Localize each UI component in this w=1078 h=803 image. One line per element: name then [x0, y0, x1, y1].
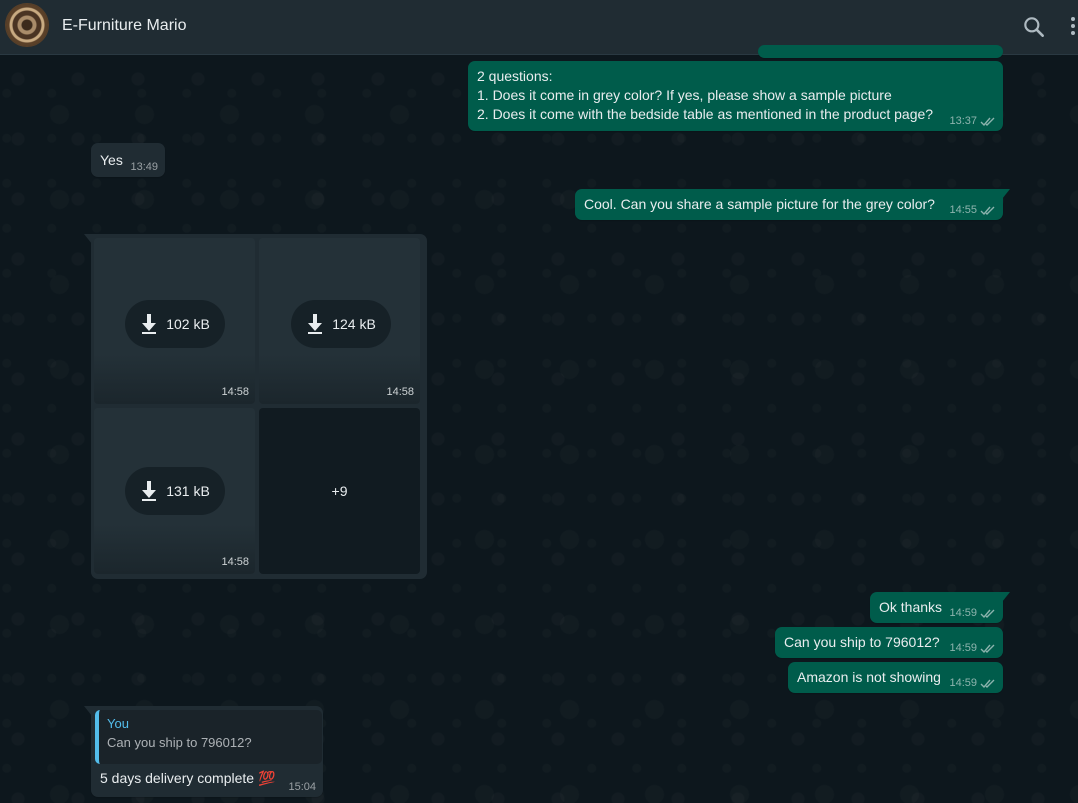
file-size: 131 kB	[166, 483, 210, 499]
message-text: Can you ship to 796012?	[784, 634, 940, 650]
message-time: 14:59	[949, 642, 977, 654]
file-size: 124 kB	[332, 316, 376, 332]
download-icon	[308, 314, 323, 334]
message-meta: 14:59	[949, 677, 996, 689]
message-text: Amazon is not showing	[797, 669, 941, 685]
double-check-icon	[980, 609, 995, 618]
message-time: 14:55	[949, 204, 977, 216]
message-bubble-partial	[758, 45, 1003, 58]
media-time: 14:58	[221, 386, 249, 398]
message-bubble-outgoing[interactable]: 2 questions: 1. Does it come in grey col…	[468, 61, 1003, 131]
message-text: Ok thanks	[879, 599, 943, 615]
double-check-icon	[980, 679, 995, 688]
message-bubble-outgoing[interactable]: Ok thanks 14:59	[870, 592, 1010, 623]
bubble-tail	[84, 706, 92, 716]
message-time: 13:49	[130, 161, 158, 173]
message-time: 15:04	[288, 781, 316, 793]
message-bubble-outgoing[interactable]: Amazon is not showing 14:59	[788, 662, 1003, 693]
message-meta: 15:04	[288, 781, 316, 793]
bubble-tail	[84, 234, 92, 244]
more-media-button[interactable]: +9	[259, 408, 420, 574]
double-check-icon	[980, 117, 995, 126]
quoted-text: Can you ship to 796012?	[107, 735, 252, 750]
double-check-icon	[980, 206, 995, 215]
avatar[interactable]	[6, 4, 48, 46]
message-meta: 13:37	[949, 115, 996, 127]
media-tile[interactable]: 102 kB 14:58	[94, 238, 255, 404]
message-text-line: 2. Does it come with the bedside table a…	[477, 106, 934, 122]
contact-name[interactable]: E-Furniture Mario	[62, 17, 186, 35]
message-time: 14:59	[949, 677, 977, 689]
message-text-line: 2 questions:	[477, 68, 553, 84]
message-time: 13:37	[949, 115, 977, 127]
menu-icon[interactable]	[1064, 14, 1078, 40]
media-tile[interactable]: 124 kB 14:58	[259, 238, 420, 404]
download-icon	[142, 481, 157, 501]
download-button[interactable]: 102 kB	[125, 300, 225, 348]
message-time: 14:59	[949, 607, 977, 619]
media-time: 14:58	[386, 386, 414, 398]
search-icon[interactable]	[1021, 14, 1047, 40]
message-text: 5 days delivery complete 💯	[100, 770, 276, 786]
file-size: 102 kB	[166, 316, 210, 332]
bubble-tail	[1002, 189, 1010, 199]
quoted-message[interactable]: You Can you ship to 796012?	[95, 710, 322, 764]
double-check-icon	[980, 644, 995, 653]
message-text: Yes	[100, 152, 123, 168]
media-album: 102 kB 14:58 124 kB 14:58 131 kB 14:58 +…	[84, 234, 427, 579]
message-meta: 14:55	[949, 204, 996, 216]
bubble-tail	[1002, 592, 1010, 602]
message-meta: 14:59	[949, 607, 996, 619]
message-bubble-outgoing[interactable]: Cool. Can you share a sample picture for…	[575, 189, 1010, 220]
message-bubble-incoming[interactable]: You Can you ship to 796012? 5 days deliv…	[84, 706, 323, 797]
download-icon	[142, 314, 157, 334]
message-bubble-incoming[interactable]: Yes 13:49	[91, 143, 165, 177]
message-bubble-outgoing[interactable]: Can you ship to 796012? 14:59	[775, 627, 1003, 658]
quoted-author: You	[107, 716, 129, 731]
message-text: Cool. Can you share a sample picture for…	[584, 196, 935, 212]
message-text-line: 1. Does it come in grey color? If yes, p…	[477, 87, 892, 103]
download-button[interactable]: 131 kB	[125, 467, 225, 515]
message-meta: 13:49	[130, 161, 158, 173]
download-button[interactable]: 124 kB	[291, 300, 391, 348]
media-time: 14:58	[221, 556, 249, 568]
more-media-count: +9	[331, 483, 348, 499]
media-tile[interactable]: 131 kB 14:58	[94, 408, 255, 574]
message-meta: 14:59	[949, 642, 996, 654]
